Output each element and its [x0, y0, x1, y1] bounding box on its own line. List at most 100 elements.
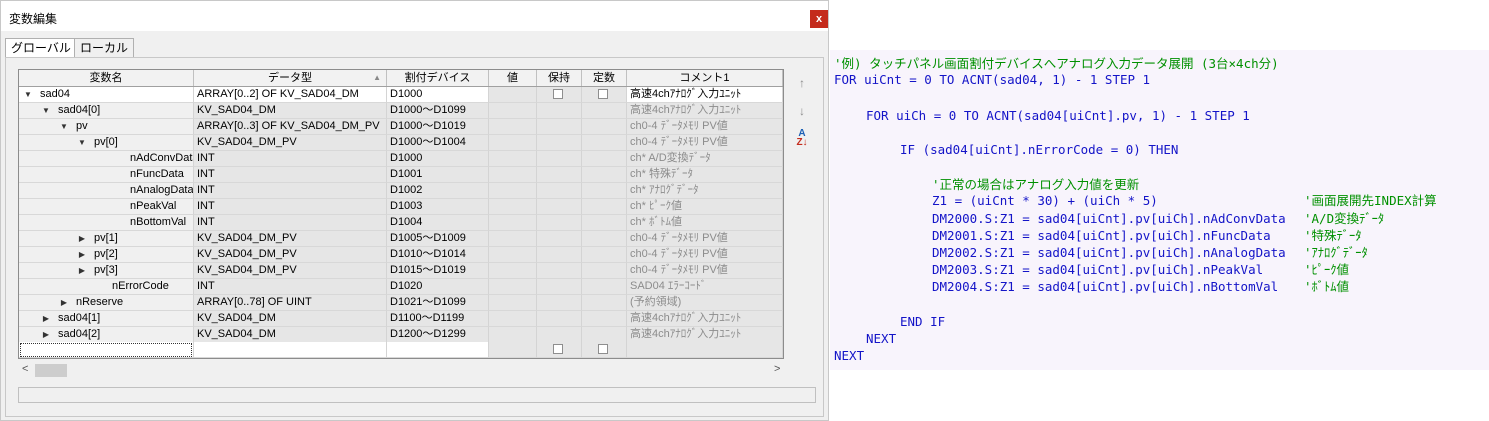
- device-cell[interactable]: D1004: [387, 215, 489, 231]
- constant-checkbox[interactable]: [598, 89, 608, 99]
- device-cell[interactable]: D1021～D1099: [387, 295, 489, 311]
- name-cell[interactable]: ▶ pv[2]: [19, 247, 194, 263]
- type-cell[interactable]: KV_SAD04_DM: [194, 103, 387, 119]
- expand-icon[interactable]: ▶: [41, 327, 51, 342]
- scrollbar-thumb[interactable]: [35, 364, 67, 377]
- type-cell[interactable]: KV_SAD04_DM_PV: [194, 263, 387, 279]
- comment-cell[interactable]: ch0-4 ﾃﾞｰﾀﾒﾓﾘ PV値: [627, 231, 783, 247]
- col-header-constant[interactable]: 定数: [582, 70, 627, 86]
- type-cell[interactable]: INT: [194, 199, 387, 215]
- device-cell[interactable]: D1020: [387, 279, 489, 295]
- name-cell[interactable]: ▶ sad04[2]: [19, 327, 194, 343]
- col-header-device[interactable]: 割付デバイス: [387, 70, 489, 86]
- table-row[interactable]: ▼ pv[0] KV_SAD04_DM_PV D1000～D1004 ch0-4 ﾃﾞｰ…: [19, 135, 783, 151]
- constant-checkbox[interactable]: [598, 344, 608, 354]
- collapse-icon[interactable]: ▼: [59, 119, 69, 134]
- name-cell[interactable]: ▼ sad04: [19, 87, 194, 103]
- collapse-icon[interactable]: ▼: [77, 135, 87, 150]
- name-cell[interactable]: nErrorCode: [19, 279, 194, 295]
- col-header-name[interactable]: 変数名: [19, 70, 194, 86]
- device-cell[interactable]: D1001: [387, 167, 489, 183]
- table-row[interactable]: ▼ sad04[0] KV_SAD04_DM D1000～D1099 高速4chｱﾅﾛｸ…: [19, 103, 783, 119]
- comment-cell[interactable]: ch0-4 ﾃﾞｰﾀﾒﾓﾘ PV値: [627, 263, 783, 279]
- name-cell[interactable]: ▶ pv[3]: [19, 263, 194, 279]
- name-cell[interactable]: ▼ pv: [19, 119, 194, 135]
- comment-cell[interactable]: ch0-4 ﾃﾞｰﾀﾒﾓﾘ PV値: [627, 247, 783, 263]
- type-cell[interactable]: KV_SAD04_DM_PV: [194, 135, 387, 151]
- device-cell[interactable]: D1002: [387, 183, 489, 199]
- table-row[interactable]: ▶ pv[1] KV_SAD04_DM_PV D1005～D1009 ch0-4 ﾃﾞｰ…: [19, 231, 783, 247]
- new-row-comment-cell[interactable]: [627, 342, 783, 358]
- comment-cell[interactable]: 高速4chｱﾅﾛｸﾞ入力ﾕﾆｯﾄ: [627, 311, 783, 327]
- col-header-comment[interactable]: コメント1: [627, 70, 783, 86]
- comment-cell[interactable]: ch* 特殊ﾃﾞｰﾀ: [627, 167, 783, 183]
- comment-cell[interactable]: ch* A/D変換ﾃﾞｰﾀ: [627, 151, 783, 167]
- comment-cell[interactable]: ch* ﾋﾟｰｸ値: [627, 199, 783, 215]
- expand-icon[interactable]: ▶: [77, 247, 87, 262]
- scroll-right-icon[interactable]: >: [774, 363, 780, 375]
- type-cell[interactable]: KV_SAD04_DM_PV: [194, 247, 387, 263]
- name-cell[interactable]: nPeakVal: [19, 199, 194, 215]
- device-cell[interactable]: D1010～D1014: [387, 247, 489, 263]
- table-row[interactable]: ▼ pv ARRAY[0..3] OF KV_SAD04_DM_PV D1000～D1…: [19, 119, 783, 135]
- comment-cell[interactable]: 高速4chｱﾅﾛｸﾞ入力ﾕﾆｯﾄ: [627, 327, 783, 343]
- type-cell[interactable]: KV_SAD04_DM_PV: [194, 231, 387, 247]
- tab-local[interactable]: ローカル: [74, 38, 135, 58]
- table-row[interactable]: nBottomVal INT D1004 ch* ﾎﾞﾄﾑ値: [19, 215, 783, 231]
- name-cell[interactable]: ▼ pv[0]: [19, 135, 194, 151]
- name-cell[interactable]: nFuncData: [19, 167, 194, 183]
- col-header-value[interactable]: 値: [489, 70, 537, 86]
- type-cell[interactable]: ARRAY[0..78] OF UINT: [194, 295, 387, 311]
- table-row[interactable]: ▶ nReserve ARRAY[0..78] OF UINT D1021～D1099…: [19, 295, 783, 311]
- device-cell[interactable]: D1000: [387, 151, 489, 167]
- collapse-icon[interactable]: ▼: [41, 103, 51, 118]
- table-row[interactable]: ▶ sad04[1] KV_SAD04_DM D1100～D1199 高速4chｱﾅﾛｸ…: [19, 311, 783, 327]
- comment-cell[interactable]: ch0-4 ﾃﾞｰﾀﾒﾓﾘ PV値: [627, 135, 783, 151]
- device-cell[interactable]: D1000～D1099: [387, 103, 489, 119]
- name-cell[interactable]: ▶ pv[1]: [19, 231, 194, 247]
- new-row-type-cell[interactable]: [194, 342, 387, 358]
- comment-cell[interactable]: ch* ﾎﾞﾄﾑ値: [627, 215, 783, 231]
- name-cell[interactable]: ▶ nReserve: [19, 295, 194, 311]
- device-cell[interactable]: D1003: [387, 199, 489, 215]
- device-cell[interactable]: D1005～D1009: [387, 231, 489, 247]
- device-cell[interactable]: D1200～D1299: [387, 327, 489, 343]
- comment-cell[interactable]: (予約領域): [627, 295, 783, 311]
- name-cell[interactable]: nBottomVal: [19, 215, 194, 231]
- col-header-type[interactable]: データ型 ▲: [194, 70, 387, 86]
- move-down-button[interactable]: ↓: [792, 102, 812, 120]
- device-cell[interactable]: D1000～D1019: [387, 119, 489, 135]
- table-row[interactable]: nErrorCode INT D1020 SAD04 ｴﾗｰｺｰﾄﾞ: [19, 279, 783, 295]
- new-row-device-cell[interactable]: [387, 342, 489, 358]
- device-cell[interactable]: D1100～D1199: [387, 311, 489, 327]
- device-cell[interactable]: D1000～D1004: [387, 135, 489, 151]
- comment-cell[interactable]: 高速4chｱﾅﾛｸﾞ入力ﾕﾆｯﾄ: [627, 87, 783, 103]
- horizontal-scrollbar[interactable]: < >: [18, 361, 784, 379]
- retain-checkbox[interactable]: [553, 344, 563, 354]
- expand-icon[interactable]: ▶: [41, 311, 51, 326]
- table-row[interactable]: ▼ sad04 ARRAY[0..2] OF KV_SAD04_DM D1000 高速4…: [19, 87, 783, 103]
- name-cell[interactable]: nAdConvData: [19, 151, 194, 167]
- table-row[interactable]: ▶ sad04[2] KV_SAD04_DM D1200～D1299 高速4chｱﾅﾛｸ…: [19, 327, 783, 343]
- name-cell[interactable]: ▶ sad04[1]: [19, 311, 194, 327]
- type-cell[interactable]: ARRAY[0..3] OF KV_SAD04_DM_PV: [194, 119, 387, 135]
- expand-icon[interactable]: ▶: [77, 231, 87, 246]
- name-cell[interactable]: nAnalogData: [19, 183, 194, 199]
- comment-cell[interactable]: 高速4chｱﾅﾛｸﾞ入力ﾕﾆｯﾄ: [627, 103, 783, 119]
- type-cell[interactable]: INT: [194, 183, 387, 199]
- table-row[interactable]: nFuncData INT D1001 ch* 特殊ﾃﾞｰﾀ: [19, 167, 783, 183]
- tab-global[interactable]: グローバル: [5, 38, 77, 59]
- col-header-retain[interactable]: 保持: [537, 70, 582, 86]
- sort-button[interactable]: A Z↓: [792, 129, 812, 149]
- table-row[interactable]: ▶ pv[3] KV_SAD04_DM_PV D1015～D1019 ch0-4 ﾃﾞｰ…: [19, 263, 783, 279]
- type-cell[interactable]: INT: [194, 151, 387, 167]
- table-row[interactable]: nAdConvData INT D1000 ch* A/D変換ﾃﾞｰﾀ: [19, 151, 783, 167]
- new-variable-input[interactable]: [20, 343, 192, 357]
- table-row[interactable]: nAnalogData INT D1002 ch* ｱﾅﾛｸﾞﾃﾞｰﾀ: [19, 183, 783, 199]
- close-button[interactable]: x: [810, 10, 828, 28]
- collapse-icon[interactable]: ▼: [23, 87, 33, 102]
- scroll-left-icon[interactable]: <: [22, 363, 28, 375]
- move-up-button[interactable]: ↑: [792, 74, 812, 92]
- comment-cell[interactable]: ch0-4 ﾃﾞｰﾀﾒﾓﾘ PV値: [627, 119, 783, 135]
- type-cell[interactable]: INT: [194, 279, 387, 295]
